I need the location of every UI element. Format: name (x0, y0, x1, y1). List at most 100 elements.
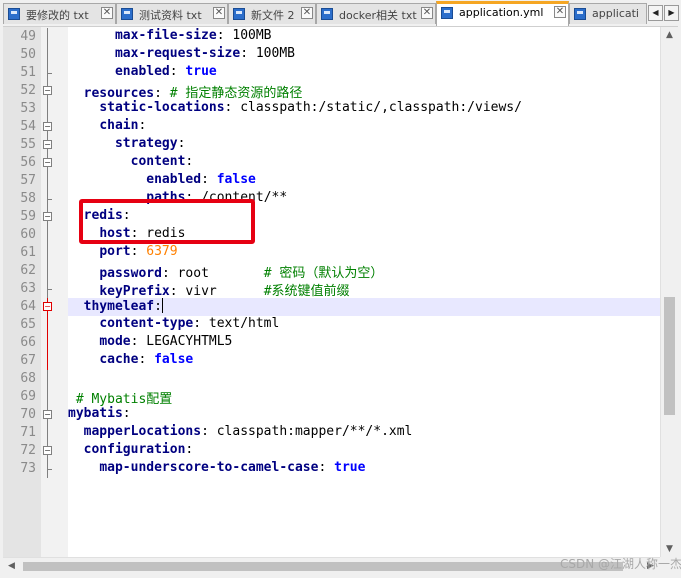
code-line[interactable]: mapperLocations: classpath:mapper/**/*.x… (68, 424, 660, 442)
fold-minus-icon[interactable]: − (43, 410, 52, 419)
line-number: 66 (20, 335, 36, 350)
fold-end-mark (47, 469, 52, 470)
line-number: 59 (20, 209, 36, 224)
code-line[interactable]: redis: (68, 208, 660, 226)
line-number: 56 (20, 155, 36, 170)
tab-file-active[interactable]: application.yml ✕ (436, 1, 569, 26)
tab-file-3[interactable]: 新文件 2 ✕ (228, 3, 316, 24)
line-number: 61 (20, 245, 36, 260)
tab-label: docker相关 txt (339, 9, 417, 22)
line-number: 49 (20, 29, 36, 44)
file-save-icon (441, 7, 453, 19)
code-line[interactable]: keyPrefix: vivr #系统键值前缀 (68, 280, 660, 299)
fold-margin[interactable]: − − − − − − − − (41, 27, 68, 558)
line-number: 53 (20, 101, 36, 116)
file-save-icon (574, 8, 586, 20)
fold-minus-icon[interactable]: − (43, 302, 52, 311)
code-line[interactable]: paths: /content/** (68, 190, 660, 208)
fold-end-mark (47, 199, 52, 200)
line-number: 58 (20, 191, 36, 206)
line-number: 52 (20, 83, 36, 98)
code-line[interactable]: mybatis: (68, 406, 660, 424)
fold-end-mark (47, 73, 52, 74)
code-line[interactable]: max-file-size: 100MB (68, 28, 660, 46)
tab-file-4[interactable]: docker相关 txt ✕ (316, 3, 436, 24)
code-line[interactable]: thymeleaf: (68, 298, 660, 316)
line-number: 71 (20, 425, 36, 440)
notepad-window: 要修改的 txt ✕ 测试资料 txt ✕ 新文件 2 ✕ docker相关 t… (0, 0, 681, 578)
code-line[interactable]: content: (68, 154, 660, 172)
line-number-gutter: 49 50 51 52 53 54 55 56 57 58 59 60 61 62 63 64 65 66 67 68… (3, 27, 41, 558)
tab-label: application.yml (459, 6, 544, 19)
line-number: 65 (20, 317, 36, 332)
close-icon[interactable]: ✕ (554, 6, 566, 18)
tab-scroll-right-button[interactable]: ▶ (664, 5, 679, 21)
tab-label: 测试资料 txt (139, 9, 202, 22)
fold-minus-icon[interactable]: − (43, 122, 52, 131)
line-number: 60 (20, 227, 36, 242)
tab-label: 新文件 2 (251, 9, 295, 22)
fold-minus-icon[interactable]: − (43, 86, 52, 95)
close-icon[interactable]: ✕ (101, 7, 113, 19)
watermark: CSDN @江湖人称一杰 (560, 557, 681, 571)
fold-minus-icon[interactable]: − (43, 140, 52, 149)
code-line[interactable]: # Mybatis配置 (68, 388, 660, 407)
line-number: 64 (20, 299, 36, 314)
line-number: 69 (20, 389, 36, 404)
fold-end-mark (47, 289, 52, 290)
code-line[interactable]: content-type: text/html (68, 316, 660, 334)
close-icon[interactable]: ✕ (213, 7, 225, 19)
scroll-up-icon[interactable]: ▲ (661, 27, 678, 44)
fold-minus-icon[interactable]: − (43, 446, 52, 455)
line-number: 55 (20, 137, 36, 152)
code-line[interactable]: port: 6379 (68, 244, 660, 262)
code-line[interactable]: password: root # 密码（默认为空） (68, 262, 660, 281)
code-editor[interactable]: 49 50 51 52 53 54 55 56 57 58 59 60 61 62 63 64 65 66 67 68… (3, 26, 678, 558)
code-line[interactable]: strategy: (68, 136, 660, 154)
code-line[interactable]: host: redis (68, 226, 660, 244)
tab-label: 要修改的 txt (26, 9, 89, 22)
line-number: 54 (20, 119, 36, 134)
line-number: 67 (20, 353, 36, 368)
code-line[interactable]: enabled: true (68, 64, 660, 82)
tab-scroll-left-button[interactable]: ◀ (648, 5, 663, 21)
line-number: 50 (20, 47, 36, 62)
scroll-left-icon[interactable]: ◀ (3, 558, 20, 575)
vertical-scroll-thumb[interactable] (664, 297, 675, 415)
close-icon[interactable]: ✕ (301, 7, 313, 19)
horizontal-scroll-thumb[interactable] (23, 562, 623, 571)
file-save-icon (233, 8, 245, 20)
line-number: 62 (20, 263, 36, 278)
code-line[interactable]: map-underscore-to-camel-case: true (68, 460, 660, 478)
line-number: 63 (20, 281, 36, 296)
code-line[interactable]: resources: # 指定静态资源的路径 (68, 82, 660, 101)
line-number: 57 (20, 173, 36, 188)
text-caret (161, 298, 163, 313)
code-line[interactable]: max-request-size: 100MB (68, 46, 660, 64)
text-area[interactable]: max-file-size: 100MB max-request-size: 1… (68, 27, 660, 558)
code-line[interactable]: configuration: (68, 442, 660, 460)
file-save-icon (8, 8, 20, 20)
code-line[interactable]: mode: LEGACYHTML5 (68, 334, 660, 352)
line-number: 72 (20, 443, 36, 458)
fold-minus-icon[interactable]: − (43, 212, 52, 221)
file-save-icon (321, 8, 333, 20)
code-line[interactable]: cache: false (68, 352, 660, 370)
tab-file-2[interactable]: 测试资料 txt ✕ (116, 3, 228, 24)
code-line[interactable]: chain: (68, 118, 660, 136)
code-line[interactable]: static-locations: classpath:/static/,cla… (68, 100, 660, 118)
code-line[interactable] (68, 370, 660, 388)
vertical-scrollbar[interactable]: ▲ ▼ (660, 27, 678, 558)
tab-file-6[interactable]: applicati (569, 3, 647, 24)
fold-guide-line (47, 370, 48, 406)
line-number: 51 (20, 65, 36, 80)
line-number: 70 (20, 407, 36, 422)
line-number: 68 (20, 371, 36, 386)
tab-label: applicati (592, 7, 639, 20)
line-number: 73 (20, 461, 36, 476)
fold-minus-icon[interactable]: − (43, 158, 52, 167)
tab-file-1[interactable]: 要修改的 txt ✕ (3, 3, 116, 24)
fold-guide-line (47, 208, 48, 298)
close-icon[interactable]: ✕ (421, 7, 433, 19)
code-line[interactable]: enabled: false (68, 172, 660, 190)
